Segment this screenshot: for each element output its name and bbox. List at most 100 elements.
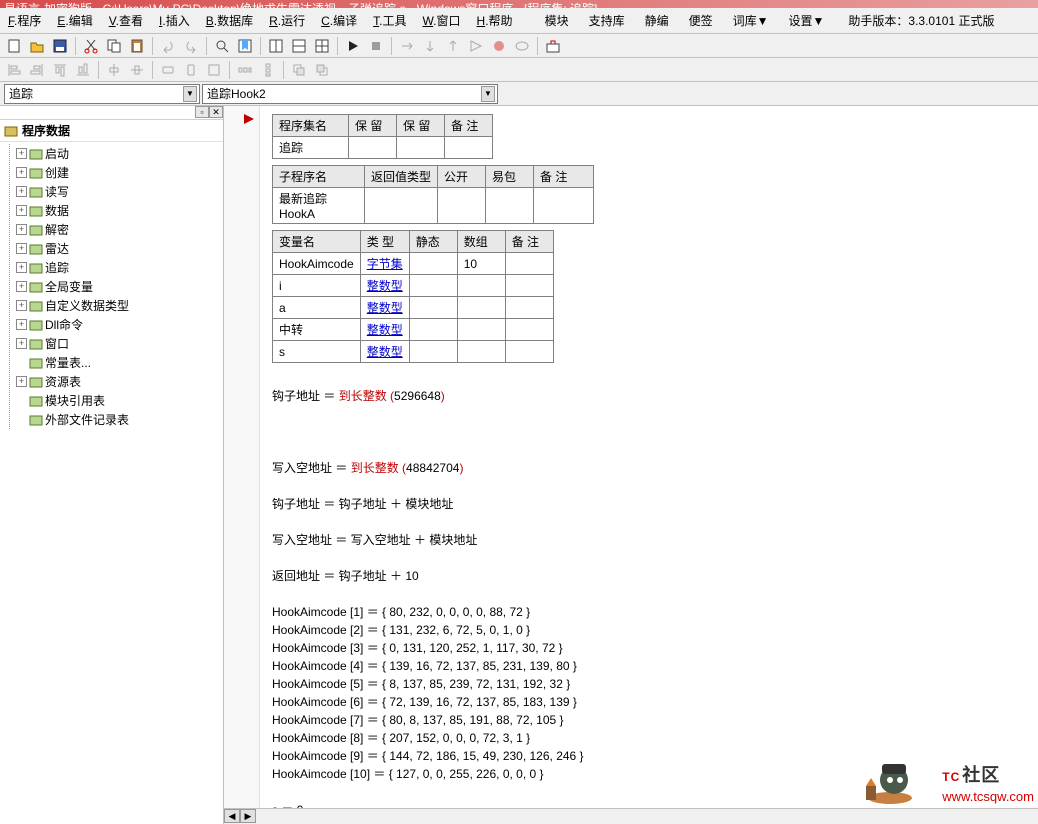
view-grid-button[interactable] (312, 36, 332, 56)
scroll-left-button[interactable]: ◀ (224, 809, 240, 823)
code-line[interactable] (272, 423, 1026, 441)
view-split-button[interactable] (266, 36, 286, 56)
tree-item[interactable]: +读写 (16, 182, 219, 201)
editor-gutter[interactable] (224, 106, 260, 824)
expand-toggle[interactable]: + (16, 300, 27, 311)
code-line[interactable]: HookAimcode [1] ＝ { 80, 232, 0, 0, 0, 0,… (272, 603, 1026, 621)
code-line[interactable]: 写入空地址 ＝ 写入空地址 ＋ 模块地址 (272, 531, 1026, 549)
align-bottom-button[interactable] (73, 60, 93, 80)
save-button[interactable] (50, 36, 70, 56)
menu-window[interactable]: W.窗口 (419, 10, 465, 31)
align-left-button[interactable] (4, 60, 24, 80)
undo-button[interactable] (158, 36, 178, 56)
find-button[interactable] (212, 36, 232, 56)
tree-item[interactable]: +Dll命令 (16, 315, 219, 334)
expand-toggle[interactable]: + (16, 224, 27, 235)
tree-item[interactable]: 常量表... (16, 353, 219, 372)
table-row[interactable]: 中转整数型 (273, 319, 554, 341)
scroll-right-button[interactable]: ▶ (240, 809, 256, 823)
expand-toggle[interactable]: + (16, 376, 27, 387)
expand-toggle[interactable]: + (16, 338, 27, 349)
code-line[interactable]: HookAimcode [8] ＝ { 207, 152, 0, 0, 0, 7… (272, 729, 1026, 747)
type-link[interactable]: 整数型 (367, 323, 403, 337)
table-row[interactable]: a整数型 (273, 297, 554, 319)
center-v-button[interactable] (127, 60, 147, 80)
type-link[interactable]: 整数型 (367, 279, 403, 293)
menu-tools[interactable]: T.工具 (369, 10, 410, 31)
code-line[interactable]: HookAimcode [6] ＝ { 72, 139, 16, 72, 137… (272, 693, 1026, 711)
tree-item[interactable]: +全局变量 (16, 277, 219, 296)
tree-item[interactable]: +创建 (16, 163, 219, 182)
step-over-button[interactable] (397, 36, 417, 56)
menu-edit[interactable]: E.编辑 (53, 10, 96, 31)
expand-toggle[interactable]: + (16, 281, 27, 292)
run-button[interactable] (343, 36, 363, 56)
expand-toggle[interactable]: + (16, 262, 27, 273)
expand-toggle[interactable]: + (16, 319, 27, 330)
editor-content[interactable]: 程序集名 保 留 保 留 备 注 追踪 子程序名 返回值类型 公开 (260, 106, 1038, 824)
align-top-button[interactable] (50, 60, 70, 80)
sidebar-minimize-button[interactable]: ▫ (195, 106, 209, 118)
table-row[interactable]: i整数型 (273, 275, 554, 297)
type-link[interactable]: 整数型 (367, 301, 403, 315)
menu-module[interactable]: 模块 (541, 10, 573, 31)
menu-insert[interactable]: I.插入 (155, 10, 194, 31)
expand-toggle[interactable]: + (16, 148, 27, 159)
expand-toggle[interactable]: + (16, 205, 27, 216)
type-link[interactable]: 整数型 (367, 345, 403, 359)
build-button[interactable] (543, 36, 563, 56)
center-h-button[interactable] (104, 60, 124, 80)
tree-item[interactable]: +雷达 (16, 239, 219, 258)
menu-dict[interactable]: 词库▼ (729, 10, 773, 31)
expand-toggle[interactable]: + (16, 243, 27, 254)
sidebar-close-button[interactable]: ✕ (209, 106, 223, 118)
table-row[interactable]: HookAimcode字节集10 (273, 253, 554, 275)
tree-item[interactable]: +解密 (16, 220, 219, 239)
tree-item[interactable]: +数据 (16, 201, 219, 220)
type-link[interactable]: 字节集 (367, 257, 403, 271)
expand-toggle[interactable]: + (16, 186, 27, 197)
menu-support-lib[interactable]: 支持库 (585, 10, 629, 31)
menu-compile[interactable]: C.编译 (317, 10, 361, 31)
menu-settings[interactable]: 设置▼ (785, 10, 829, 31)
code-line[interactable]: 写入空地址 ＝ 到长整数 (48842704) (272, 459, 1026, 477)
copy-button[interactable] (104, 36, 124, 56)
table-row[interactable]: s整数型 (273, 341, 554, 363)
sub-selector[interactable]: 追踪Hook2 ▼ (202, 84, 498, 104)
code-line[interactable]: 钩子地址 ＝ 钩子地址 ＋ 模块地址 (272, 495, 1026, 513)
code-line[interactable]: HookAimcode [5] ＝ { 8, 137, 85, 239, 72,… (272, 675, 1026, 693)
bookmark-button[interactable] (235, 36, 255, 56)
menu-view[interactable]: V.查看 (105, 10, 147, 31)
breakpoint-button[interactable] (489, 36, 509, 56)
tree-item[interactable]: +窗口 (16, 334, 219, 353)
paste-button[interactable] (127, 36, 147, 56)
menu-database[interactable]: B.数据库 (202, 10, 257, 31)
menu-run[interactable]: R.运行 (265, 10, 309, 31)
new-file-button[interactable] (4, 36, 24, 56)
view-hsplit-button[interactable] (289, 36, 309, 56)
code-line[interactable]: HookAimcode [2] ＝ { 131, 232, 6, 72, 5, … (272, 621, 1026, 639)
expand-toggle[interactable]: + (16, 167, 27, 178)
tree-item[interactable]: 外部文件记录表 (16, 410, 219, 429)
code-line[interactable]: 钩子地址 ＝ 到长整数 (5296648) (272, 387, 1026, 405)
menu-notes[interactable]: 便签 (685, 10, 717, 31)
code-line[interactable]: HookAimcode [7] ＝ { 80, 8, 137, 85, 191,… (272, 711, 1026, 729)
stop-button[interactable] (366, 36, 386, 56)
redo-button[interactable] (181, 36, 201, 56)
same-width-button[interactable] (158, 60, 178, 80)
tree-item[interactable]: +自定义数据类型 (16, 296, 219, 315)
tree-item[interactable]: 模块引用表 (16, 391, 219, 410)
tree-item[interactable]: +追踪 (16, 258, 219, 277)
run-to-cursor-button[interactable] (466, 36, 486, 56)
menu-help[interactable]: H.帮助 (473, 10, 517, 31)
progset-selector[interactable]: 追踪 ▼ (4, 84, 200, 104)
expand-toggle[interactable] (16, 395, 27, 406)
expand-toggle[interactable] (16, 414, 27, 425)
expand-toggle[interactable] (16, 357, 27, 368)
code-line[interactable]: HookAimcode [4] ＝ { 139, 16, 72, 137, 85… (272, 657, 1026, 675)
code-line[interactable]: HookAimcode [3] ＝ { 0, 131, 120, 252, 1,… (272, 639, 1026, 657)
menu-program[interactable]: F.程序 (4, 10, 45, 31)
step-into-button[interactable] (420, 36, 440, 56)
tree-item[interactable]: +资源表 (16, 372, 219, 391)
space-h-button[interactable] (235, 60, 255, 80)
